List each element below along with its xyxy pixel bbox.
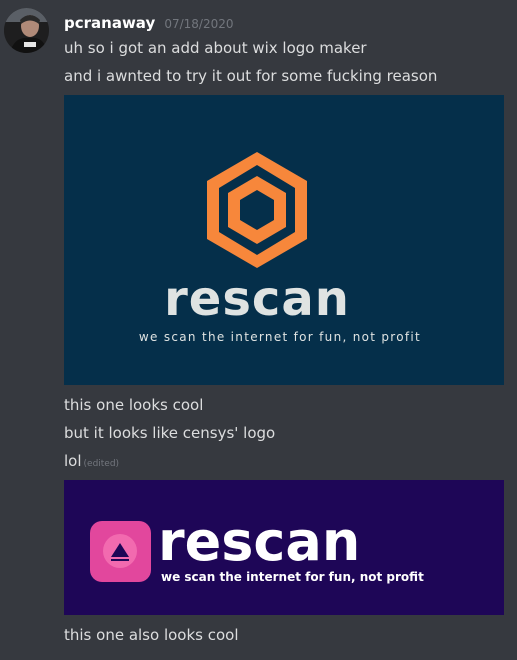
message-line: but it looks like censys' logo — [64, 424, 276, 442]
chat-view: pcranaway 07/18/2020 uh so i got an add … — [0, 0, 517, 660]
triangle-badge-logo-icon — [90, 521, 151, 582]
image-attachment[interactable]: rescan we scan the internet for fun, not… — [64, 95, 504, 385]
logo-tagline: we scan the internet for fun, not profit — [139, 330, 421, 344]
message-line: this one looks cool — [64, 396, 204, 414]
message-line: this one also looks cool — [64, 626, 239, 644]
username[interactable]: pcranaway — [64, 14, 155, 32]
message-header: pcranaway 07/18/2020 — [64, 13, 234, 34]
message-line-edited: lol (edited) — [64, 451, 119, 474]
message-line: and i awnted to try it out for some fuck… — [64, 67, 438, 85]
message-text: lol — [64, 452, 82, 470]
image-attachment[interactable]: rescan we scan the internet for fun, not… — [64, 480, 504, 615]
logo-wordmark: rescan — [158, 510, 360, 573]
timestamp[interactable]: 07/18/2020 — [164, 17, 233, 31]
logo-wordmark: rescan — [164, 271, 350, 327]
avatar[interactable] — [4, 8, 49, 53]
edited-label: (edited) — [83, 459, 120, 469]
logo-image: rescan we scan the internet for fun, not… — [64, 480, 504, 615]
logo-image: rescan we scan the internet for fun, not… — [64, 95, 504, 385]
message-line: uh so i got an add about wix logo maker — [64, 39, 367, 57]
avatar-image — [4, 8, 49, 53]
logo-tagline: we scan the internet for fun, not profit — [161, 570, 424, 584]
